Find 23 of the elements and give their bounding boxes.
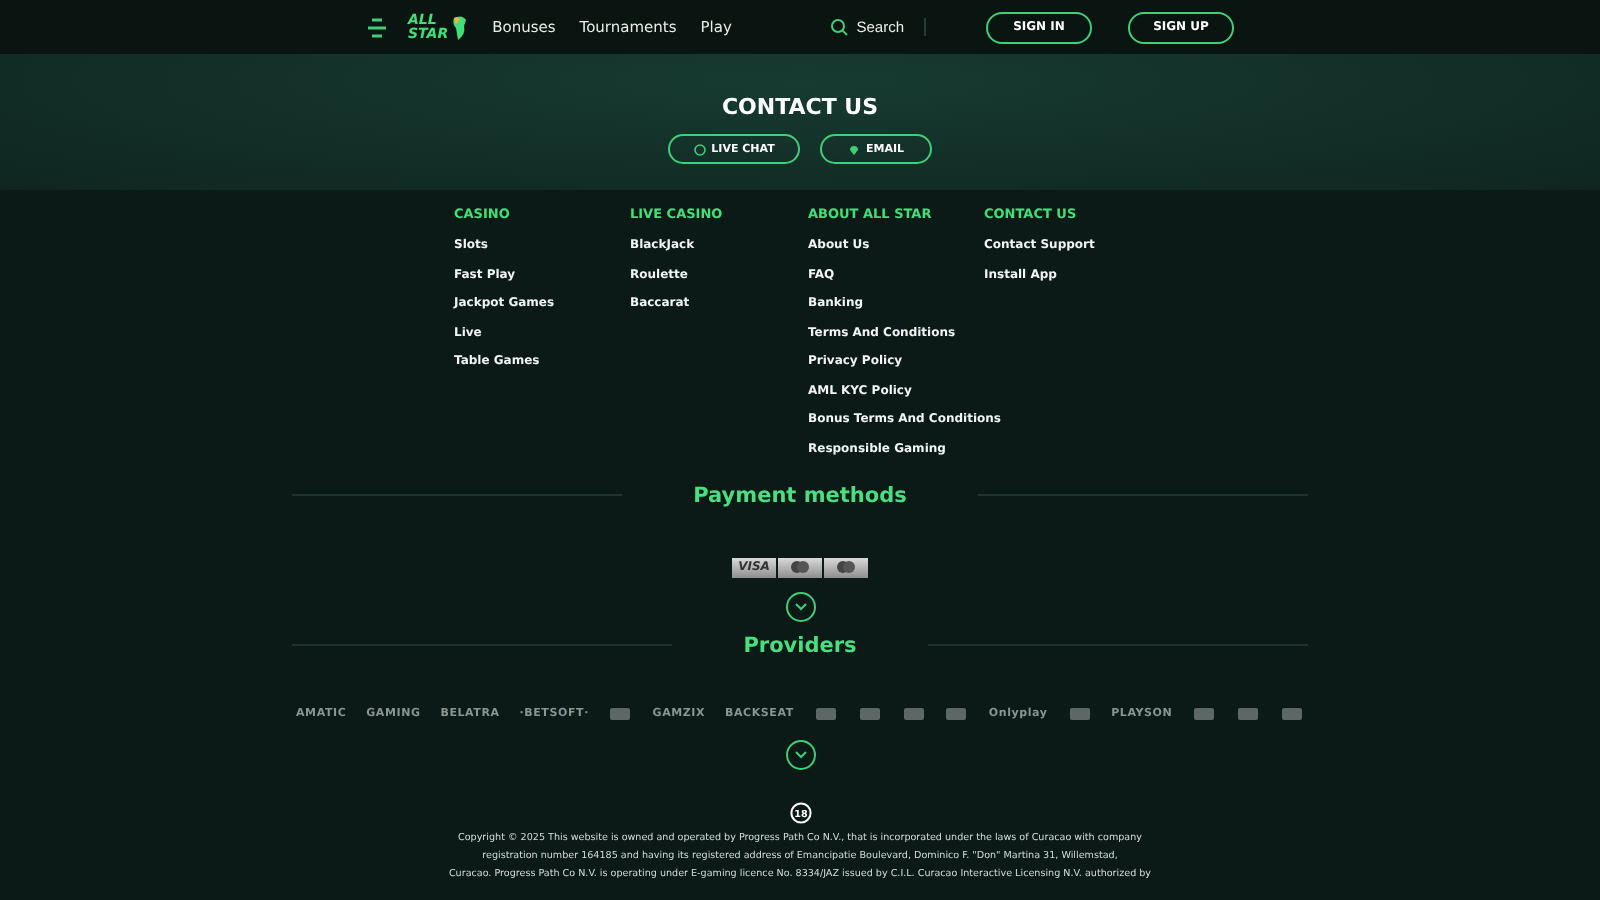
provider-logo-icon bbox=[857, 705, 882, 721]
provider-logo-icon bbox=[944, 705, 969, 721]
provider-logo-icon bbox=[1279, 705, 1304, 721]
circles-icon bbox=[836, 560, 856, 574]
section-title: Providers bbox=[743, 633, 857, 657]
chat-icon bbox=[693, 143, 706, 155]
section-title: Payment methods bbox=[693, 483, 907, 507]
chevron-down-icon bbox=[793, 749, 807, 759]
provider-logo-icon bbox=[1192, 705, 1217, 721]
search-icon bbox=[830, 18, 849, 36]
provider-logo-icon bbox=[813, 705, 838, 721]
expand-button[interactable] bbox=[785, 591, 815, 621]
provider-logo-icon bbox=[608, 705, 633, 721]
provider-logo-icon bbox=[901, 705, 926, 721]
expand-button[interactable] bbox=[785, 739, 815, 769]
parrot-icon bbox=[450, 13, 469, 41]
provider-logo-icon bbox=[1235, 705, 1260, 721]
chevron-down-icon bbox=[793, 601, 807, 611]
menu-icon[interactable] bbox=[366, 17, 388, 37]
circles-icon bbox=[790, 560, 810, 574]
provider-logo-icon bbox=[1067, 705, 1092, 721]
pin-icon bbox=[847, 143, 860, 155]
contact-title: CONTACT US bbox=[721, 94, 879, 120]
